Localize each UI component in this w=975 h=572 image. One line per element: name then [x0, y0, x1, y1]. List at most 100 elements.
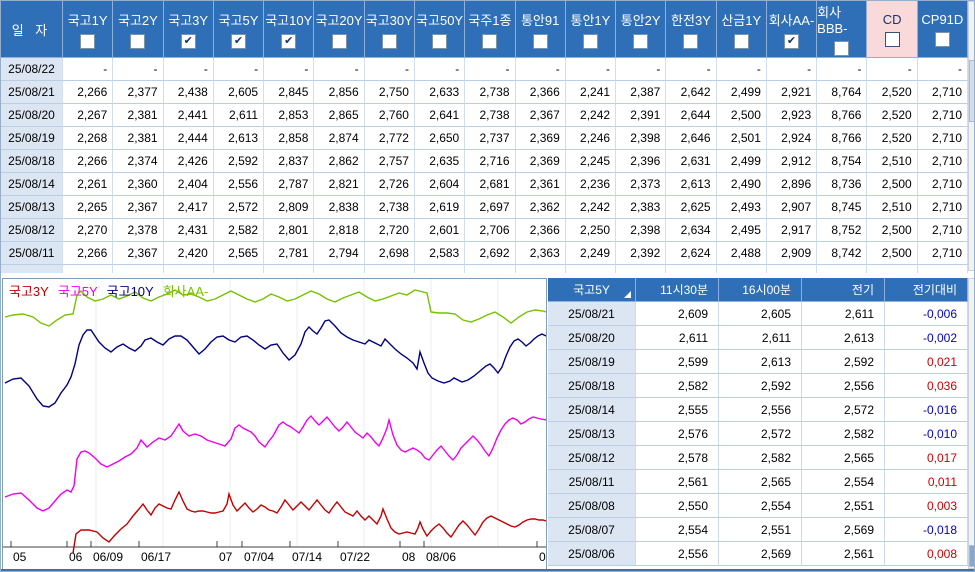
column-checkbox[interactable]	[381, 33, 397, 49]
row-date[interactable]: 25/08/14	[1, 173, 63, 196]
column-checkbox[interactable]	[482, 33, 498, 49]
detail-date-cell[interactable]: 25/08/08	[548, 494, 636, 518]
column-checkbox[interactable]	[733, 33, 749, 49]
detail-value-cell[interactable]: 2,613	[802, 326, 885, 350]
rate-cell[interactable]: 2,420	[163, 242, 214, 265]
rate-cell[interactable]: 2,265	[63, 196, 114, 219]
rate-cell[interactable]: 2,710	[917, 219, 968, 242]
column-header[interactable]: 국주1종	[465, 1, 516, 58]
detail-value-cell[interactable]: 2,551	[719, 518, 802, 542]
column-checkbox[interactable]: ✔	[180, 33, 196, 49]
rate-cell[interactable]: 2,520	[867, 127, 918, 150]
rate-cell[interactable]: 2,493	[716, 196, 767, 219]
rate-cell[interactable]: 2,710	[917, 242, 968, 265]
rate-cell[interactable]: 2,261	[63, 173, 114, 196]
rate-cell[interactable]: 2,583	[414, 242, 466, 265]
rate-cell[interactable]: 2,625	[666, 196, 717, 219]
rate-cell[interactable]: -	[616, 58, 667, 81]
column-header[interactable]: 회사BBB-	[817, 1, 868, 58]
scrollbar-thumb[interactable]	[969, 60, 974, 122]
rate-cell[interactable]: 2,605	[213, 81, 265, 104]
rate-cell[interactable]: 2,634	[666, 219, 717, 242]
detail-value-cell[interactable]: 2,605	[719, 302, 802, 326]
detail-date-cell[interactable]: 25/08/18	[548, 374, 636, 398]
rate-cell[interactable]: 2,398	[616, 219, 667, 242]
detail-value-cell[interactable]: 2,565	[719, 470, 802, 494]
rate-cell[interactable]: -	[63, 58, 114, 81]
rate-cell[interactable]: 2,697	[465, 196, 516, 219]
rate-cell[interactable]: 8,752	[817, 219, 868, 242]
rate-cell[interactable]: 2,772	[364, 127, 415, 150]
rate-cell[interactable]: -	[917, 58, 968, 81]
column-header[interactable]: 국고30Y	[364, 1, 415, 58]
rate-cell[interactable]: 2,266	[63, 242, 114, 265]
rate-cell[interactable]: 2,266	[63, 81, 114, 104]
row-date[interactable]: 25/08/12	[1, 219, 63, 242]
detail-value-cell[interactable]: 2,578	[636, 446, 719, 470]
rate-cell[interactable]: 2,268	[63, 127, 114, 150]
detail-column-header[interactable]: 전기대비	[885, 278, 968, 302]
rate-cell[interactable]: 2,710	[917, 196, 968, 219]
rate-cell[interactable]: 2,619	[414, 196, 466, 219]
detail-value-cell[interactable]: 2,611	[802, 302, 885, 326]
rate-cell[interactable]: 2,642	[666, 81, 717, 104]
rate-cell[interactable]: 2,838	[314, 196, 365, 219]
row-date[interactable]: 25/08/20	[1, 104, 63, 127]
detail-value-cell[interactable]: 2,556	[719, 398, 802, 422]
rate-cell[interactable]: 2,242	[565, 104, 617, 127]
rate-cell[interactable]: 2,909	[766, 242, 818, 265]
row-date[interactable]: 25/08/11	[1, 242, 63, 265]
date-column-header[interactable]: 일 자	[1, 1, 63, 58]
rate-cell[interactable]: 2,644	[666, 104, 717, 127]
rate-cell[interactable]: -	[565, 58, 617, 81]
detail-value-cell[interactable]: 2,561	[636, 470, 719, 494]
rate-cell[interactable]: 2,726	[364, 173, 415, 196]
detail-value-cell[interactable]: 2,556	[636, 542, 719, 566]
rate-cell[interactable]: 2,490	[716, 173, 767, 196]
column-header[interactable]: 산금1Y	[716, 1, 767, 58]
detail-date-cell[interactable]: 25/08/14	[548, 398, 636, 422]
change-cell[interactable]: -0,016	[885, 398, 968, 422]
detail-value-cell[interactable]: 2,554	[636, 518, 719, 542]
detail-date-cell[interactable]: 25/08/20	[548, 326, 636, 350]
rate-cell[interactable]: 2,781	[264, 242, 315, 265]
rate-cell[interactable]: 2,624	[666, 242, 717, 265]
rate-cell[interactable]: 2,438	[163, 81, 214, 104]
rate-cell[interactable]: 2,710	[917, 150, 968, 173]
detail-value-cell[interactable]: 2,576	[636, 422, 719, 446]
rate-cell[interactable]: 2,613	[213, 127, 265, 150]
detail-value-cell[interactable]: 2,556	[802, 374, 885, 398]
rate-cell[interactable]: 2,760	[364, 104, 415, 127]
row-date[interactable]: 25/08/18	[1, 150, 63, 173]
rate-cell[interactable]: -	[465, 58, 516, 81]
rate-cell[interactable]: 2,801	[264, 219, 315, 242]
rate-cell[interactable]: 2,377	[113, 81, 164, 104]
rate-cell[interactable]: 2,738	[465, 104, 516, 127]
rate-cell[interactable]: 2,444	[163, 127, 214, 150]
rate-cell[interactable]: 2,592	[213, 150, 265, 173]
rate-cell[interactable]: 2,360	[113, 173, 164, 196]
column-header[interactable]: 한전3Y	[666, 1, 717, 58]
column-header[interactable]: 국고5Y ✔	[213, 1, 265, 58]
rate-cell[interactable]: 2,737	[465, 127, 516, 150]
detail-date-cell[interactable]: 25/08/21	[548, 302, 636, 326]
rate-cell[interactable]: 2,383	[616, 196, 667, 219]
column-header[interactable]: 국고2Y	[113, 1, 164, 58]
rate-cell[interactable]: 2,500	[867, 173, 918, 196]
rate-cell[interactable]: 2,242	[565, 196, 617, 219]
rate-cell[interactable]: 2,361	[515, 173, 566, 196]
column-checkbox[interactable]	[683, 33, 699, 49]
detail-date-cell[interactable]: 25/08/19	[548, 350, 636, 374]
rate-cell[interactable]: 2,369	[515, 127, 566, 150]
rate-cell[interactable]: 2,426	[163, 150, 214, 173]
rate-cell[interactable]: -	[817, 58, 868, 81]
rate-cell[interactable]: 2,710	[917, 81, 968, 104]
change-cell[interactable]: 0,011	[885, 470, 968, 494]
column-header[interactable]: 국고10Y ✔	[264, 1, 315, 58]
rate-cell[interactable]: 2,611	[213, 104, 265, 127]
column-header[interactable]: 통안2Y	[616, 1, 667, 58]
column-header[interactable]: 통안1Y	[565, 1, 617, 58]
rate-cell[interactable]: 2,907	[766, 196, 818, 219]
change-cell[interactable]: 0,008	[885, 542, 968, 566]
detail-vertical-scrollbar[interactable]	[968, 278, 974, 569]
